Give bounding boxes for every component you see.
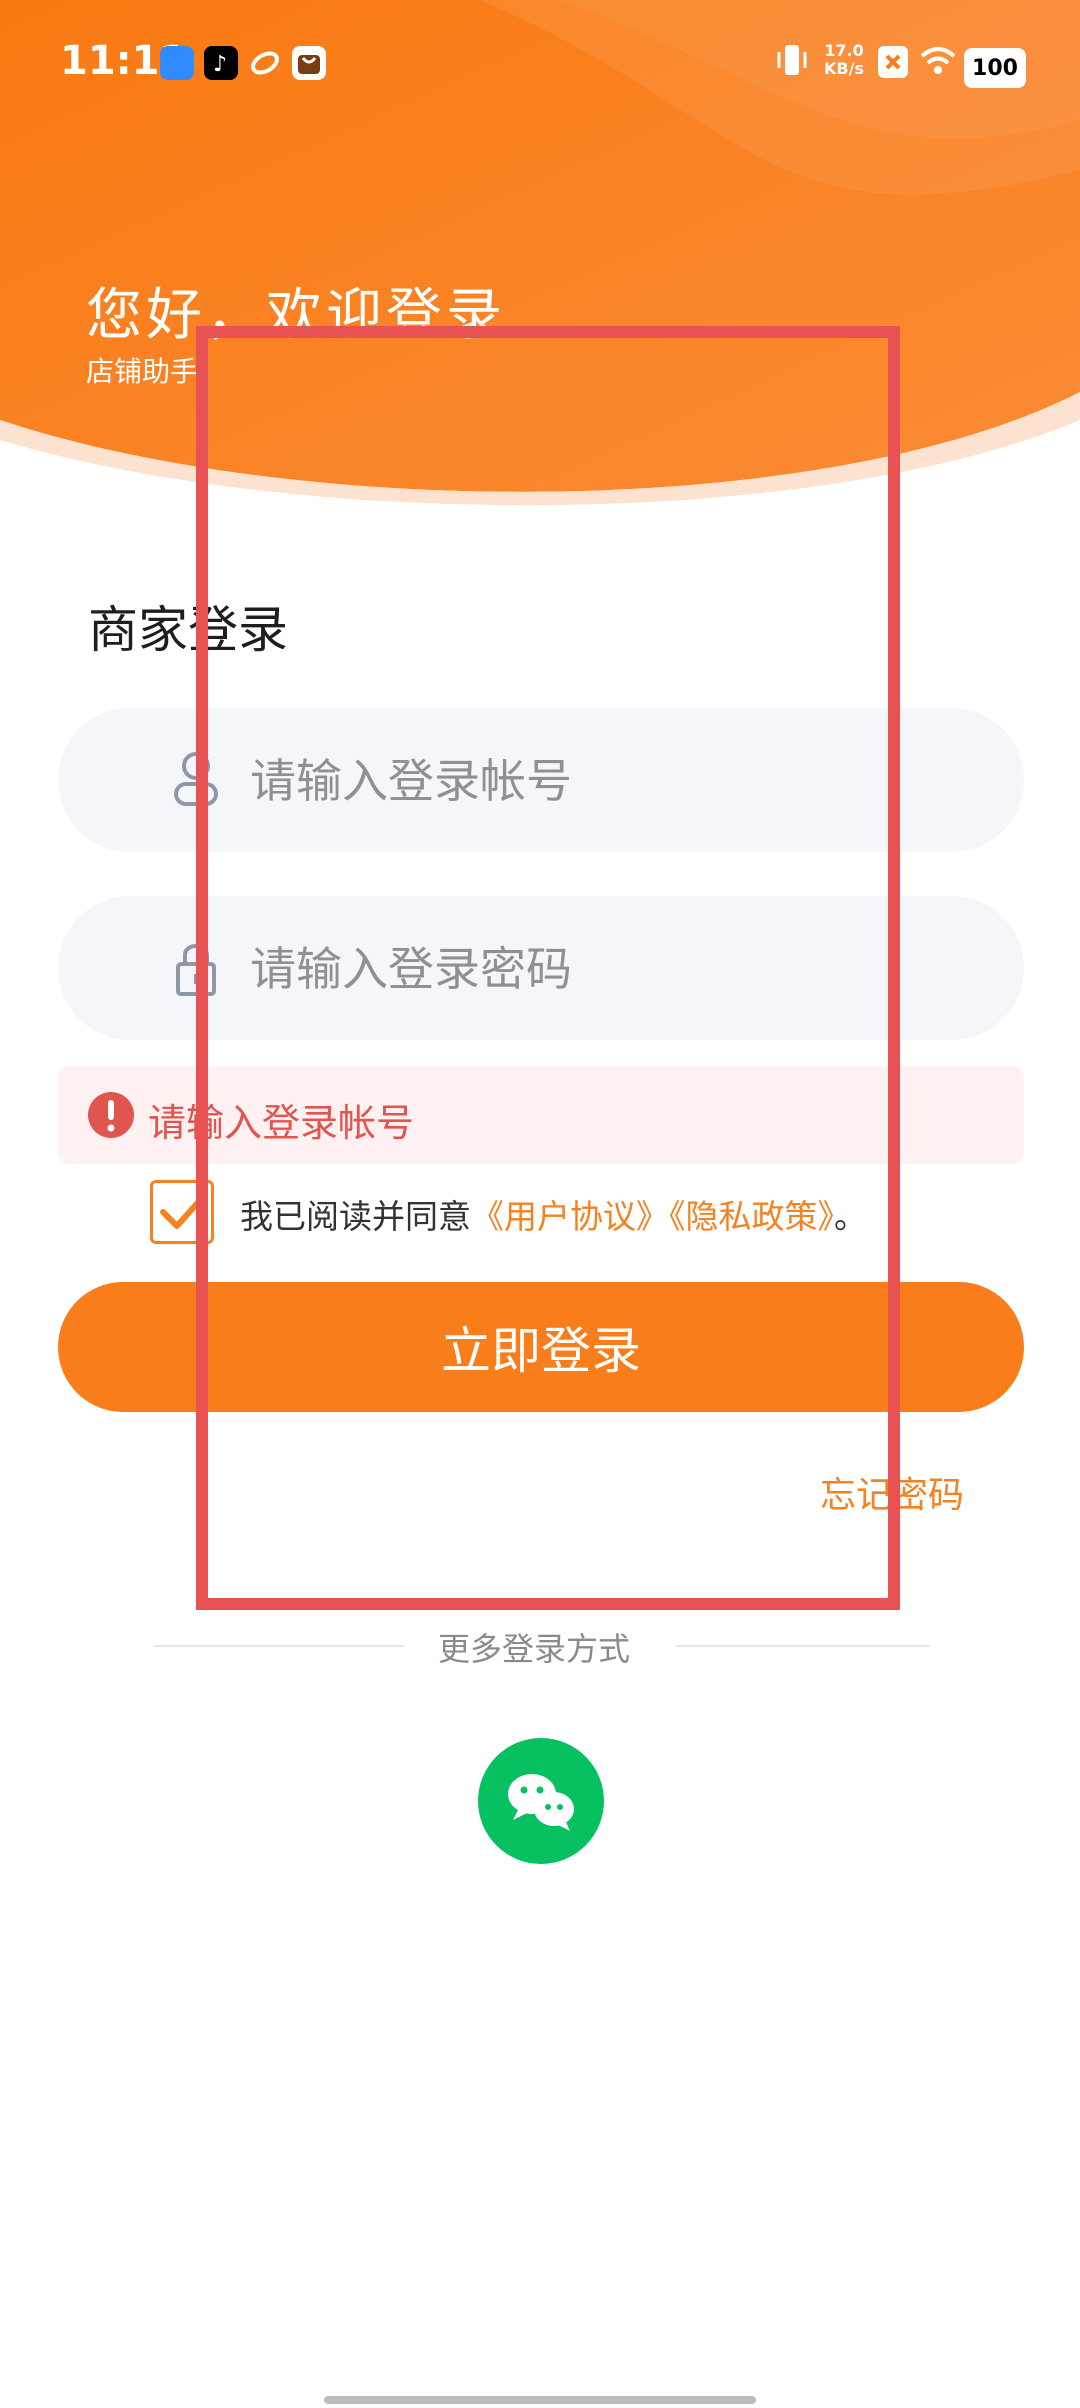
svg-text:♪: ♪ (213, 52, 227, 77)
more-login-label: 更多登录方式 (438, 1630, 631, 1668)
close-badge-icon (878, 46, 908, 78)
error-message: 请输入登录帐号 (58, 1066, 1024, 1164)
login-screen: 11:11 ♪ 17.0 KB/s 100 您好，欢迎登录 店铺助手 商家登录 … (0, 0, 1080, 2408)
app-icon (248, 46, 282, 80)
agreement-checkbox[interactable] (150, 1180, 214, 1244)
vibrate-icon (777, 45, 807, 75)
divider-left (154, 1645, 404, 1647)
password-field[interactable] (58, 896, 1024, 1040)
privacy-policy-link[interactable]: 《隐私政策》 (669, 1197, 834, 1236)
status-bar: 11:11 ♪ 17.0 KB/s 100 (0, 0, 1080, 130)
agreement-text: 我已阅读并同意《用户协议》《隐私政策》。 (240, 1197, 867, 1236)
account-input[interactable] (248, 748, 972, 814)
wechat-icon (508, 1774, 574, 1831)
check-icon (160, 1195, 205, 1229)
alert-icon (88, 1092, 134, 1138)
user-agreement-link[interactable]: 《用户协议》 (471, 1197, 669, 1236)
lock-icon (176, 944, 216, 996)
app-icon (160, 46, 194, 80)
user-icon (174, 752, 218, 806)
page-title: 商家登录 (88, 601, 288, 659)
login-button[interactable]: 立即登录 (58, 1282, 1024, 1412)
tiktok-icon: ♪ (204, 46, 238, 80)
welcome-title: 您好，欢迎登录 (86, 283, 506, 348)
divider-right (676, 1645, 930, 1647)
account-field[interactable] (58, 708, 1024, 852)
battery-icon: 100 (964, 48, 1026, 88)
wechat-login-button[interactable] (478, 1738, 604, 1864)
forgot-password-link[interactable]: 忘记密码 (820, 1466, 964, 1518)
agreement-row: 我已阅读并同意《用户协议》《隐私政策》。 (150, 1180, 1010, 1244)
header-subtitle: 店铺助手 (86, 355, 199, 388)
error-text: 请输入登录帐号 (148, 1101, 415, 1145)
network-speed: 17.0 KB/s (824, 41, 864, 78)
bag-icon (292, 46, 326, 80)
wifi-icon (920, 47, 956, 74)
password-input[interactable] (248, 936, 972, 1002)
home-indicator[interactable] (324, 2396, 756, 2404)
